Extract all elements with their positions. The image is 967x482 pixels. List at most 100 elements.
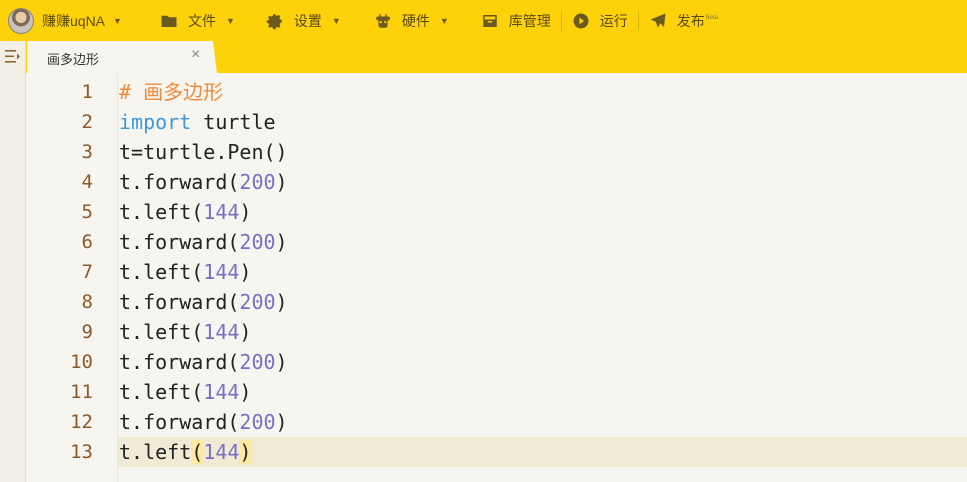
code-token: ) bbox=[275, 410, 288, 434]
line-number: 10 bbox=[70, 351, 93, 373]
code-token: t.left bbox=[119, 440, 192, 464]
code-line[interactable]: 2 import turtle bbox=[27, 107, 967, 137]
tab-bar: 画多边形 × bbox=[0, 41, 967, 73]
code-token: ) bbox=[275, 170, 288, 194]
code-token: 144 bbox=[203, 320, 240, 344]
menu-collapse-icon[interactable] bbox=[4, 48, 21, 65]
settings-menu-label: 设置 bbox=[293, 12, 322, 29]
run-button[interactable]: 运行 bbox=[572, 0, 628, 41]
code-token: t.forward( bbox=[119, 170, 240, 194]
code-line[interactable]: 6 t.forward(200) bbox=[27, 227, 967, 257]
code-token: # 画多边形 bbox=[119, 80, 224, 104]
code-text[interactable]: t.forward(200) bbox=[119, 407, 288, 437]
publish-button-label: 发布 bbox=[676, 12, 705, 29]
code-token: t.forward( bbox=[119, 350, 240, 374]
chevron-down-icon: ▼ bbox=[439, 15, 449, 26]
code-token: ) bbox=[275, 290, 288, 314]
code-token: 144 bbox=[203, 380, 240, 404]
code-token: ) bbox=[275, 350, 288, 374]
library-box-icon bbox=[481, 12, 499, 30]
code-token: 144 bbox=[203, 260, 240, 284]
beta-badge: Beta bbox=[705, 14, 719, 21]
library-menu[interactable]: 库管理 bbox=[481, 0, 551, 41]
avatar[interactable] bbox=[8, 7, 34, 34]
code-text[interactable]: t.left(144) bbox=[119, 377, 251, 407]
code-text[interactable]: t.forward(200) bbox=[119, 287, 288, 317]
code-text[interactable]: import turtle bbox=[119, 107, 276, 137]
code-token: ) bbox=[239, 200, 252, 224]
code-token: turtle bbox=[191, 110, 276, 134]
code-text[interactable]: # 画多边形 bbox=[119, 77, 223, 107]
gear-icon bbox=[266, 12, 284, 30]
tab-draw-polygon[interactable]: 画多边形 × bbox=[27, 41, 217, 73]
code-token: t.forward( bbox=[119, 410, 240, 434]
code-token: 144 bbox=[203, 200, 240, 224]
tab-label: 画多边形 bbox=[47, 52, 100, 67]
line-number: 5 bbox=[81, 201, 93, 223]
code-text[interactable]: t.left(144) bbox=[119, 317, 251, 347]
line-number: 3 bbox=[81, 141, 93, 163]
code-text[interactable]: t.left(144) bbox=[119, 257, 251, 287]
line-number: 12 bbox=[70, 411, 93, 433]
code-line[interactable]: 1 # 画多边形 bbox=[27, 77, 967, 107]
line-number: 6 bbox=[81, 231, 93, 253]
play-icon bbox=[572, 12, 590, 30]
username: 赚赚uqNA bbox=[42, 12, 106, 29]
code-text[interactable]: t.left(144) bbox=[119, 437, 252, 467]
code-text[interactable]: t.forward(200) bbox=[119, 347, 288, 377]
code-token: ( bbox=[191, 440, 204, 464]
code-token: 200 bbox=[239, 230, 276, 254]
code-token: 200 bbox=[239, 350, 276, 374]
code-token: 200 bbox=[239, 410, 276, 434]
hardware-icon bbox=[374, 12, 392, 30]
code-token: t.forward( bbox=[119, 290, 240, 314]
code-line[interactable]: 5 t.left(144) bbox=[27, 197, 967, 227]
code-line[interactable]: 3 t=turtle.Pen() bbox=[27, 137, 967, 167]
code-token: 200 bbox=[239, 290, 276, 314]
code-token: 200 bbox=[239, 170, 276, 194]
top-menubar: 赚赚uqNA ▼ 文件 ▼ 设置 ▼ 硬件 ▼ 库管理 运行 发布 Beta bbox=[0, 0, 967, 41]
code-text[interactable]: t=turtle.Pen() bbox=[119, 137, 288, 167]
code-text[interactable]: t.left(144) bbox=[119, 197, 251, 227]
line-number: 8 bbox=[81, 291, 93, 313]
user-menu[interactable]: 赚赚uqNA ▼ bbox=[0, 0, 150, 41]
line-number: 13 bbox=[70, 441, 93, 463]
chevron-down-icon: ▼ bbox=[113, 15, 122, 26]
code-token: t.left( bbox=[119, 260, 204, 284]
code-editor[interactable]: 1 # 画多边形 2 import turtle 3 t=turtle.Pen() 4 t.f… bbox=[27, 73, 967, 482]
line-number: 2 bbox=[81, 111, 93, 133]
settings-menu[interactable]: 设置 ▼ bbox=[266, 0, 341, 41]
code-text[interactable]: t.forward(200) bbox=[119, 227, 288, 257]
run-button-label: 运行 bbox=[599, 12, 628, 29]
code-line[interactable]: 11 t.left(144) bbox=[27, 377, 967, 407]
library-menu-label: 库管理 bbox=[508, 12, 551, 29]
code-token: ) bbox=[239, 380, 252, 404]
code-line[interactable]: 13 t.left(144) bbox=[70, 437, 967, 467]
chevron-down-icon: ▼ bbox=[226, 15, 235, 26]
line-number: 1 bbox=[81, 81, 93, 103]
publish-button[interactable]: 发布 Beta bbox=[649, 0, 718, 41]
line-number: 11 bbox=[70, 381, 93, 403]
code-token: t.left( bbox=[119, 200, 204, 224]
chevron-down-icon: ▼ bbox=[331, 15, 341, 26]
hardware-menu[interactable]: 硬件 ▼ bbox=[374, 0, 449, 41]
code-token: ) bbox=[239, 440, 252, 464]
code-line[interactable]: 12 t.forward(200) bbox=[27, 407, 967, 437]
code-token: ) bbox=[239, 320, 252, 344]
code-token: t.left( bbox=[119, 320, 204, 344]
file-menu[interactable]: 文件 ▼ bbox=[160, 0, 235, 41]
code-text[interactable]: t.forward(200) bbox=[119, 167, 288, 197]
divider bbox=[637, 10, 639, 31]
hardware-menu-label: 硬件 bbox=[401, 12, 430, 29]
code-line[interactable]: 8 t.forward(200) bbox=[27, 287, 967, 317]
code-token: t.left( bbox=[119, 380, 204, 404]
line-number: 4 bbox=[81, 171, 93, 193]
code-line[interactable]: 10 t.forward(200) bbox=[27, 347, 967, 377]
code-token: ) bbox=[239, 260, 252, 284]
code-line[interactable]: 9 t.left(144) bbox=[27, 317, 967, 347]
code-token: t=turtle.Pen() bbox=[119, 140, 288, 164]
code-line[interactable]: 7 t.left(144) bbox=[27, 257, 967, 287]
code-line[interactable]: 4 t.forward(200) bbox=[27, 167, 967, 197]
close-icon[interactable]: × bbox=[191, 46, 200, 64]
side-panel bbox=[0, 41, 26, 482]
